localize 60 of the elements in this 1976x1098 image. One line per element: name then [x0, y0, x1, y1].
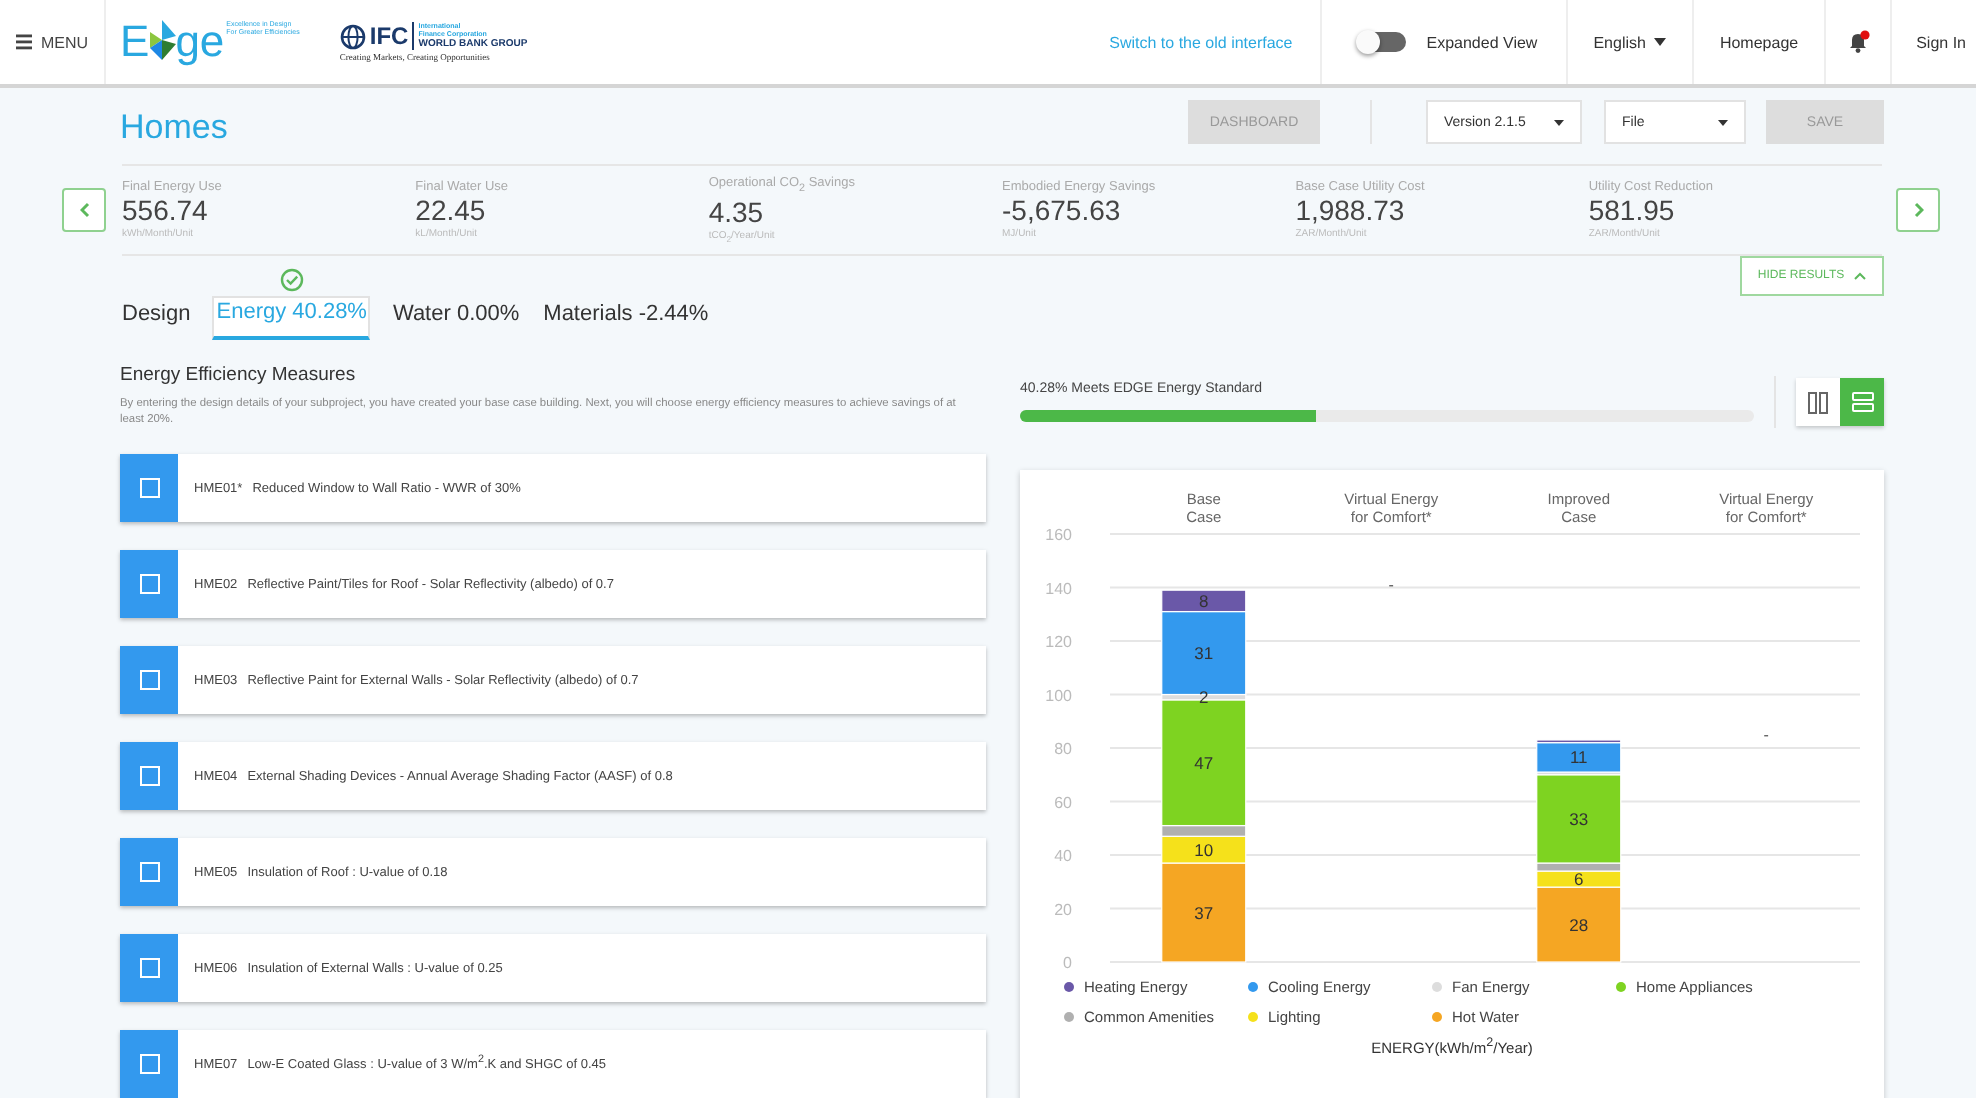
checkbox[interactable] — [139, 862, 159, 882]
axis-tick-label: 20 — [1054, 900, 1072, 919]
value-label: 8 — [1199, 590, 1209, 611]
value-label: 11 — [1569, 747, 1588, 768]
value-label: 33 — [1569, 808, 1589, 829]
chevron-right-icon — [1913, 202, 1923, 218]
columns-icon — [1808, 391, 1828, 413]
value-label: 10 — [1194, 839, 1214, 860]
language-dropdown[interactable]: English — [1593, 33, 1666, 51]
checkbox[interactable] — [139, 958, 159, 978]
value-label: 28 — [1569, 914, 1589, 935]
expanded-view-label: Expanded View — [1426, 33, 1538, 51]
rows-view-button[interactable] — [1840, 378, 1884, 426]
axis-tick-label: 100 — [1045, 686, 1072, 705]
sign-in-link[interactable]: Sign In — [1916, 33, 1966, 51]
expanded-view-toggle[interactable] — [1358, 32, 1407, 52]
checkbox[interactable] — [139, 478, 159, 498]
metric-value: 581.95 — [1588, 194, 1677, 228]
value-label: 6 — [1574, 869, 1584, 890]
chevron-left-icon — [79, 202, 89, 218]
menu-icon — [16, 34, 33, 50]
caret-icon — [1718, 119, 1728, 125]
page-title: Homes — [120, 108, 230, 148]
bell-icon[interactable] — [1846, 30, 1871, 54]
metric-value: 556.74 — [122, 194, 210, 228]
annotation-mark: - — [1763, 725, 1769, 744]
chevron-up-icon — [1854, 272, 1867, 280]
rows-icon — [1851, 392, 1873, 412]
metric-value: 1,988.73 — [1295, 194, 1407, 228]
axis-tick-label: 120 — [1045, 633, 1072, 651]
section-title: Energy Efficiency Measures — [120, 364, 358, 386]
value-label: 31 — [1194, 643, 1214, 664]
metric-value: 4.35 — [708, 195, 766, 230]
checkbox[interactable] — [139, 670, 159, 690]
axis-tick-label: 40 — [1054, 847, 1072, 865]
caret-icon — [1554, 119, 1564, 125]
caret-icon — [1653, 38, 1666, 46]
menu-button[interactable]: MENU — [0, 0, 106, 84]
checkbox[interactable] — [139, 1054, 159, 1074]
axis-tick-label: 60 — [1054, 793, 1072, 812]
globe-icon — [339, 23, 366, 49]
tab[interactable]: Design — [120, 302, 193, 340]
axis-tick-label: 160 — [1045, 526, 1072, 544]
checkbox[interactable] — [139, 766, 159, 786]
leaf-icon — [149, 20, 176, 64]
previous-button[interactable] — [62, 188, 106, 232]
columns-view-button[interactable] — [1796, 378, 1840, 426]
tab[interactable]: Water 0.00% — [390, 302, 522, 340]
value-label: 47 — [1194, 752, 1214, 773]
checkbox[interactable] — [139, 574, 159, 594]
next-button[interactable] — [1896, 188, 1940, 232]
value-label: 37 — [1194, 902, 1214, 923]
metric-value: 22.45 — [415, 194, 488, 228]
tab[interactable]: Materials -2.44% — [541, 302, 711, 340]
axis-tick-label: 0 — [1063, 954, 1072, 972]
axis-tick-label: 140 — [1045, 579, 1072, 598]
metric-value: -5,675.63 — [1002, 194, 1123, 228]
annotation-mark: - — [1388, 576, 1394, 595]
homepage-link[interactable]: Homepage — [1719, 33, 1799, 51]
axis-tick-label: 80 — [1054, 740, 1072, 758]
